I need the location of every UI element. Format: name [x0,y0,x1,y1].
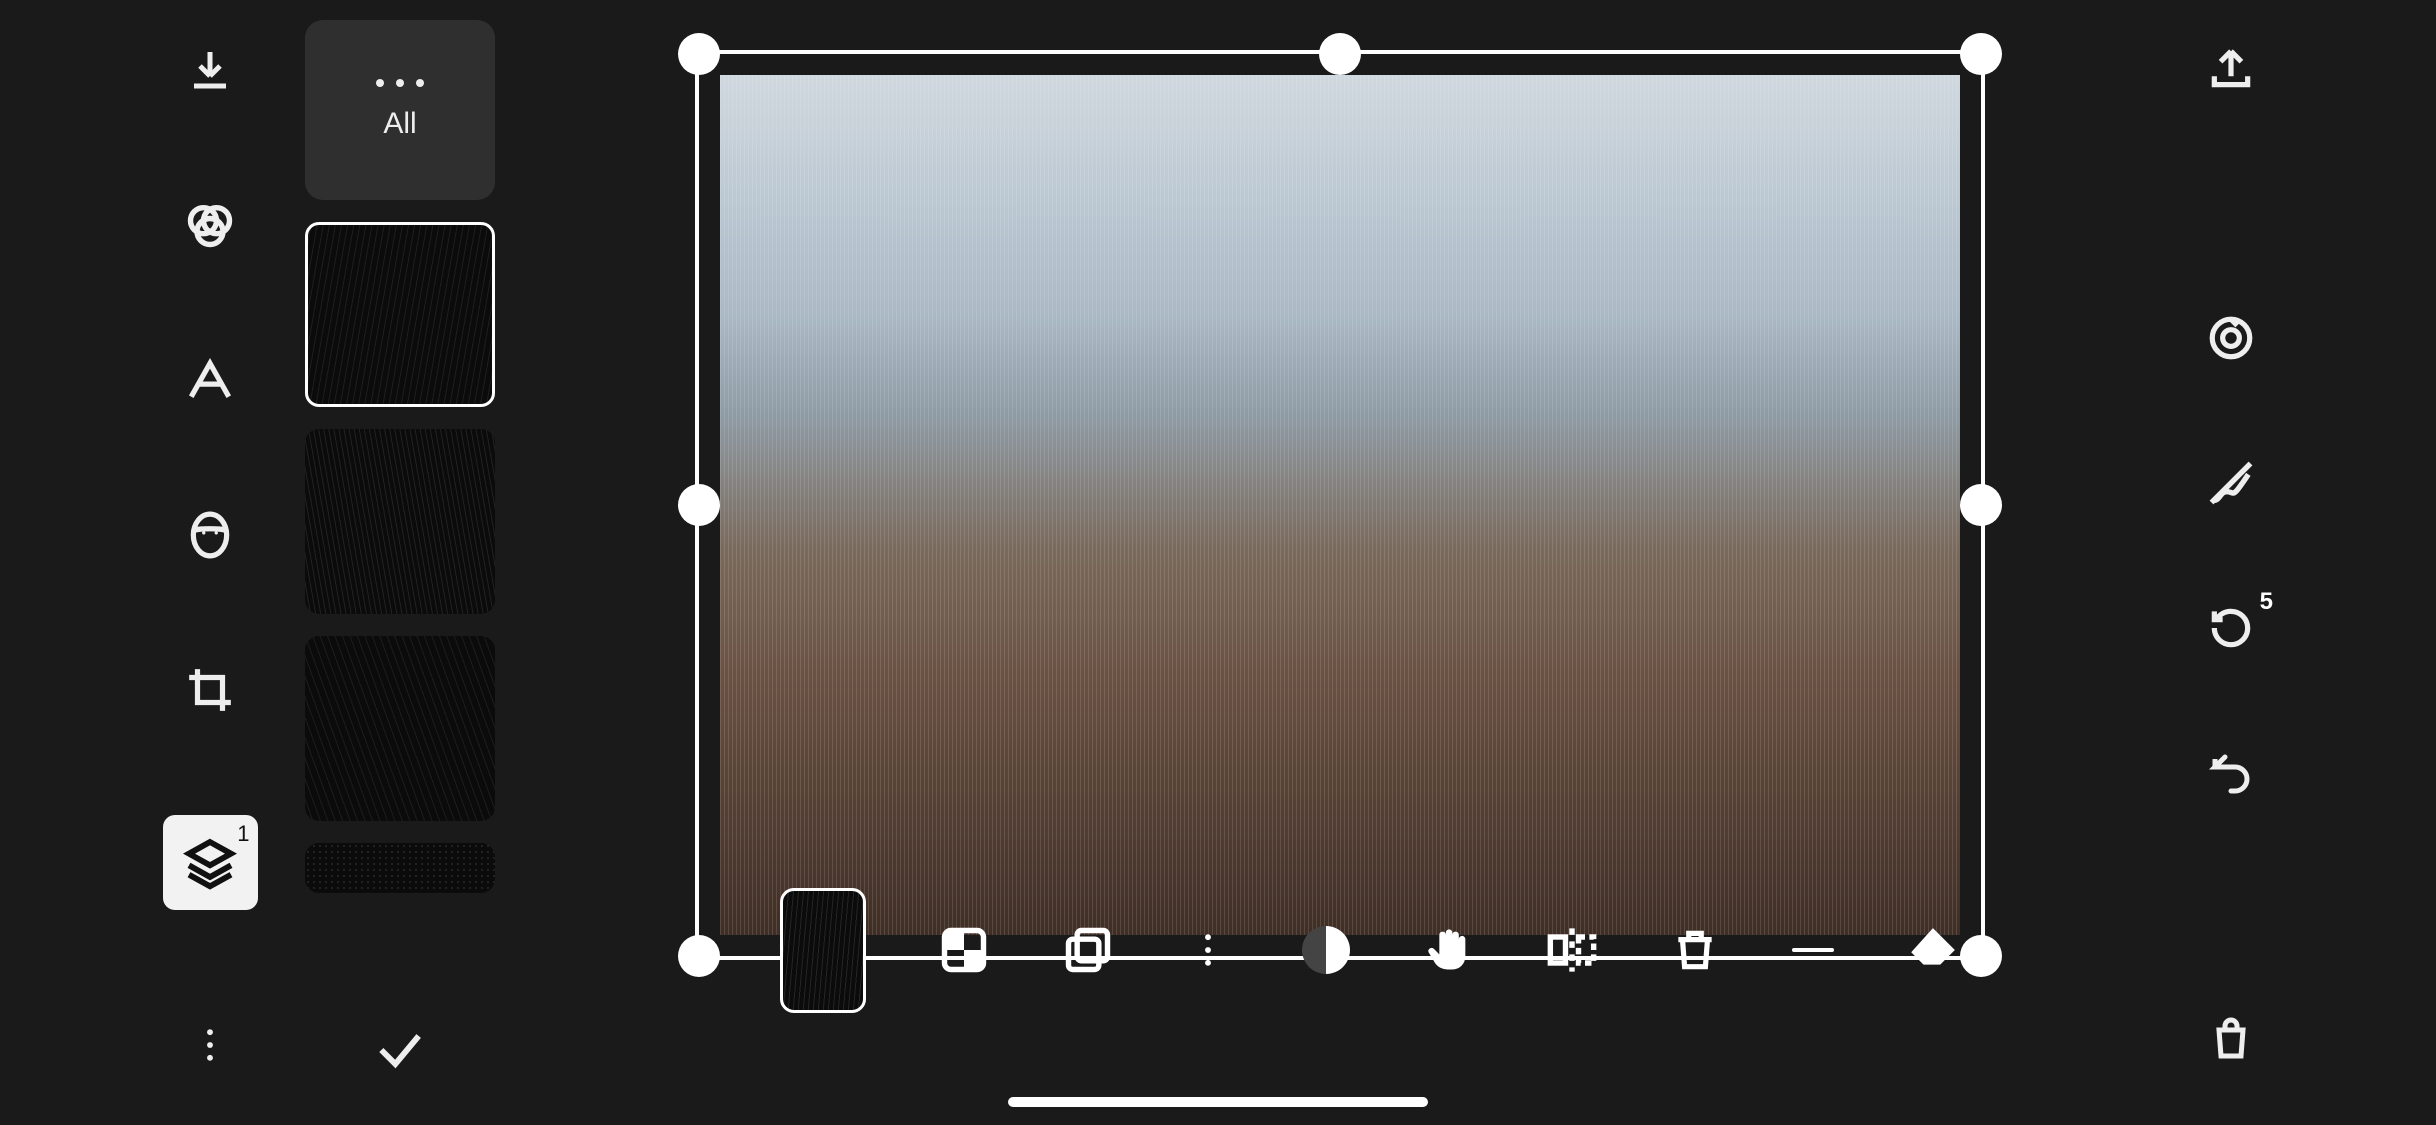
overlay-category-all[interactable]: All [305,20,495,200]
handle-bottom-left[interactable] [678,935,720,977]
filters-icon[interactable] [180,195,240,255]
more-vertical-icon[interactable] [1186,920,1230,980]
eraser-icon[interactable] [1906,920,1960,980]
share-icon[interactable] [2201,40,2261,100]
handle-top-right[interactable] [1960,33,2002,75]
left-toolbar-top-group: 1 [163,40,258,910]
trash-icon[interactable] [1670,920,1720,980]
contrast-icon[interactable] [1302,920,1350,980]
right-toolbar-bottom-group [2201,1010,2261,1070]
face-icon[interactable] [180,505,240,565]
transform-bounding-box[interactable] [695,50,1985,960]
hand-icon[interactable] [1422,920,1474,980]
text-icon[interactable] [180,350,240,410]
overlay-panel: All [300,20,500,1080]
handle-top-center[interactable] [1319,33,1361,75]
confirm-button[interactable] [370,1020,430,1080]
layers-badge: 1 [237,821,249,847]
handle-middle-right[interactable] [1960,484,2002,526]
right-toolbar-mid-group: 5 [2201,308,2261,803]
overlay-thumb-3[interactable] [305,636,495,821]
subtract-icon[interactable] [1792,920,1834,980]
overlay-thumb-4[interactable] [305,843,495,893]
duplicate-icon[interactable] [1062,920,1114,980]
handle-bottom-right[interactable] [1960,935,2002,977]
download-icon[interactable] [180,40,240,100]
overlay-category-label: All [383,107,416,141]
transparency-icon[interactable] [938,920,990,980]
home-indicator [1008,1097,1428,1107]
overlay-thumb-1[interactable] [305,222,495,407]
handle-top-left[interactable] [678,33,720,75]
brush-off-icon[interactable] [2201,453,2261,513]
right-toolbar: 5 [2176,0,2286,1125]
overlay-thumb-2[interactable] [305,429,495,614]
left-toolbar: 1 [150,0,270,1125]
undo-icon[interactable] [2201,743,2261,803]
more-vertical-icon[interactable] [180,1015,240,1075]
shop-icon[interactable] [2201,1010,2261,1070]
current-overlay-thumb[interactable] [780,888,866,1013]
canvas-area [720,75,1960,1015]
flip-icon[interactable] [1546,920,1598,980]
crop-icon[interactable] [180,660,240,720]
history-badge: 5 [2260,588,2273,616]
handle-middle-left[interactable] [678,484,720,526]
more-horizontal-icon [376,79,424,87]
target-icon[interactable] [2201,308,2261,368]
layers-button[interactable]: 1 [163,815,258,910]
app-root: 1 All [0,0,2436,1125]
layer-toolbar [720,885,1960,1015]
history-icon[interactable]: 5 [2201,598,2261,658]
right-toolbar-top-group [2201,40,2261,100]
